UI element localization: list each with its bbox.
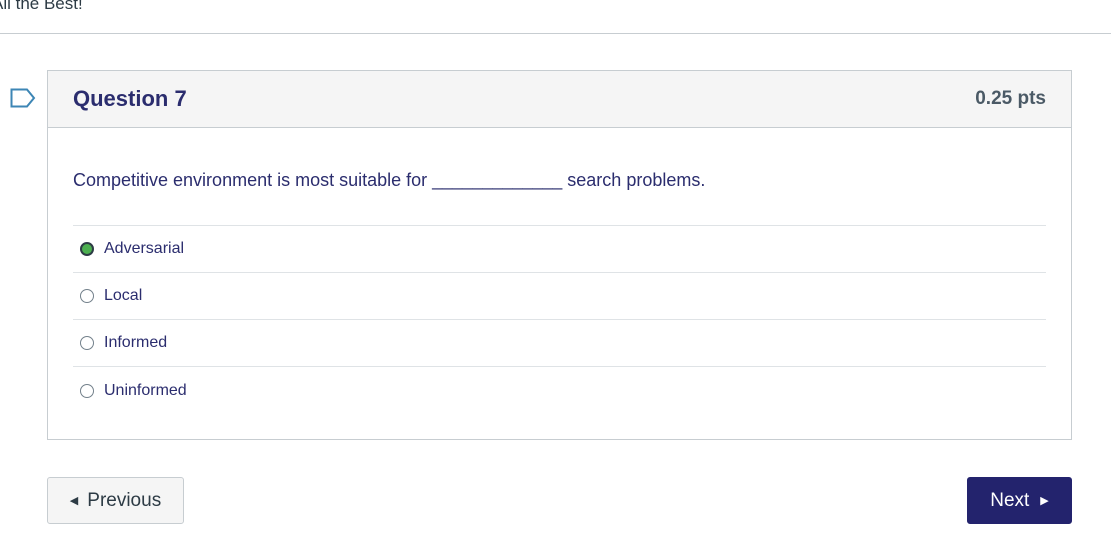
page-header-text: All the Best! [0, 0, 83, 13]
answer-label: Uninformed [104, 381, 187, 399]
next-button-label: Next [990, 489, 1030, 511]
question-body: Competitive environment is most suitable… [48, 170, 1071, 414]
question-header: Question 7 0.25 pts [48, 71, 1071, 128]
answer-label: Adversarial [104, 240, 185, 257]
previous-button[interactable]: ◀ Previous [47, 477, 184, 524]
next-button[interactable]: Next ▶ [967, 477, 1072, 524]
question-card: Question 7 0.25 pts Competitive environm… [47, 70, 1072, 440]
answer-option-informed[interactable]: Informed [73, 320, 1046, 367]
answer-option-adversarial[interactable]: Adversarial [73, 226, 1046, 273]
answer-option-local[interactable]: Local [73, 273, 1046, 320]
answer-label: Informed [104, 334, 168, 351]
radio-button-selected[interactable] [80, 242, 94, 256]
previous-button-label: Previous [87, 489, 162, 511]
radio-button[interactable] [80, 289, 94, 303]
radio-button[interactable] [80, 383, 94, 398]
question-title: Question 7 [73, 86, 187, 111]
answer-label: Local [104, 287, 143, 304]
question-text: Competitive environment is most suitable… [73, 170, 1046, 226]
question-points: 0.25 pts [975, 88, 1046, 109]
answer-option-uninformed[interactable]: Uninformed [73, 367, 1046, 414]
caret-left-icon: ◀ [69, 495, 79, 507]
radio-button[interactable] [80, 336, 94, 350]
answer-list: Adversarial Local Informed Uninformed [73, 226, 1046, 414]
header-divider [0, 33, 1111, 34]
caret-right-icon: ▶ [1040, 495, 1049, 507]
bookmark-flag-icon[interactable] [10, 88, 36, 108]
